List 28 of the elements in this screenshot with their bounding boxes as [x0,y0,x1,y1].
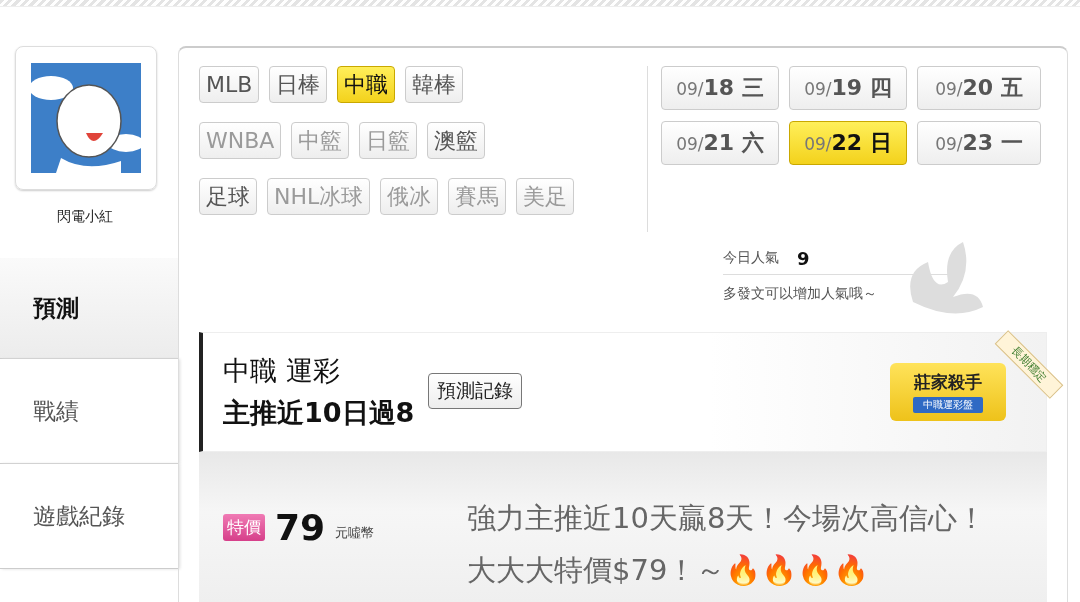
sport-tab[interactable]: MLB [199,66,260,103]
date-tab[interactable]: 09/18 三 [661,66,779,110]
sport-tab[interactable]: 澳籃 [427,122,486,159]
date-tab[interactable]: 09/22 日 [789,121,907,165]
sidebar-item[interactable]: 預測 [0,258,178,359]
date-tab[interactable]: 09/23 一 [917,121,1041,165]
popularity-label: 今日人氣 [723,249,779,267]
date-tab[interactable]: 09/21 六 [661,121,779,165]
offer-description: 強力主推近10天贏8天！今場次高信心！大大大特價$79！～🔥🔥🔥🔥 [467,500,988,589]
sport-tab[interactable]: 足球 [199,178,257,215]
user-name: 閃電小紅 [56,208,114,226]
sport-tab[interactable]: 日棒 [269,66,328,103]
popularity-hint: 多發文可以增加人氣哦～ [723,285,878,303]
sport-tab[interactable]: 韓棒 [405,66,464,103]
badge-title: 莊家殺手 [914,371,982,394]
badge-banner: 中職運彩盤 [913,397,983,413]
sale-tag: 特價 [223,513,265,541]
prediction-record-button[interactable]: 預測記錄 [428,373,523,409]
price-value: 79 [275,506,326,548]
date-tab[interactable]: 09/19 四 [789,66,907,110]
sport-tab[interactable]: 中職 [337,66,396,103]
popularity-value: 9 [797,247,810,269]
prediction-record-summary: 主推近10日過8 [223,396,415,430]
sidebar-item[interactable]: 遊戲紀錄 [0,464,178,569]
prediction-title: 中職 運彩 [223,354,341,388]
sidebar-item[interactable]: 戰績 [0,359,178,464]
price-unit: 元噓幣 [335,524,375,542]
date-tab[interactable]: 09/20 五 [917,66,1041,110]
